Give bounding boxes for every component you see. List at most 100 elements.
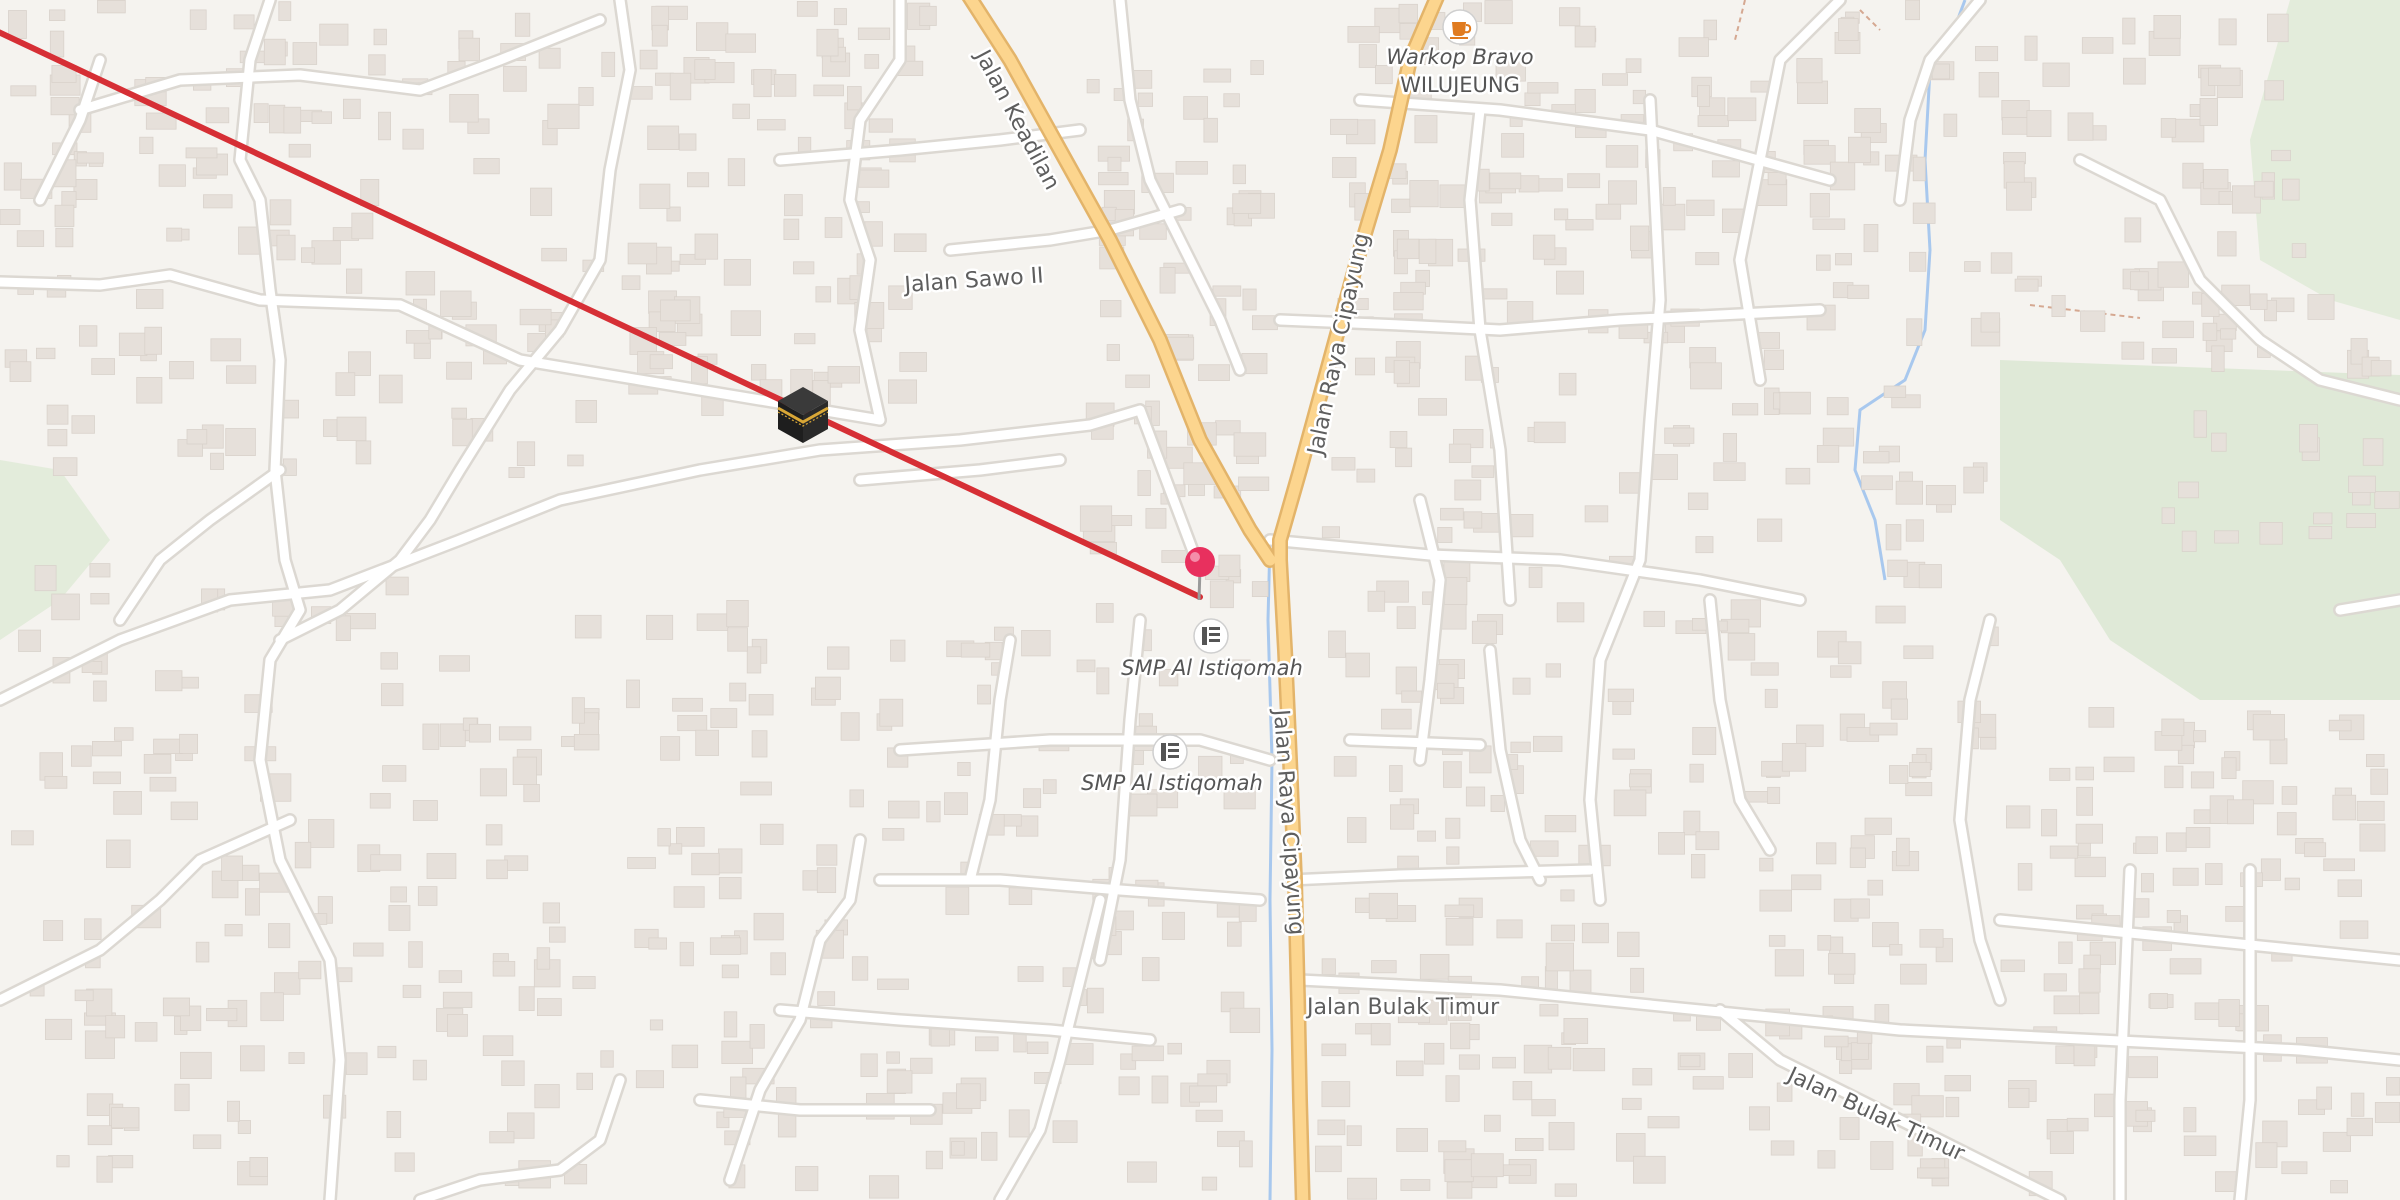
building: [2043, 973, 2067, 992]
building: [386, 1111, 402, 1139]
building: [2226, 799, 2254, 825]
building: [2140, 873, 2154, 893]
building: [2129, 271, 2149, 291]
building: [1774, 949, 1804, 977]
building: [1524, 92, 1541, 107]
building: [2199, 98, 2218, 126]
building: [1347, 817, 1367, 843]
building: [2308, 526, 2333, 540]
building: [1662, 187, 1676, 206]
building: [498, 726, 532, 741]
coffee-cup-icon: [1442, 9, 1478, 45]
building: [52, 457, 78, 477]
building: [1797, 80, 1829, 105]
building: [572, 976, 596, 989]
building: [449, 94, 479, 123]
building: [388, 905, 411, 931]
building: [1768, 935, 1786, 947]
building: [1444, 1159, 1474, 1182]
building: [153, 738, 183, 754]
poi-label-smp-al-istiqomah-1: SMP Al Istiqomah: [1121, 656, 1303, 680]
building: [2166, 910, 2181, 923]
building: [1229, 1007, 1261, 1034]
building: [2221, 757, 2237, 780]
building: [2339, 920, 2369, 939]
building: [1463, 511, 1483, 529]
building: [696, 22, 729, 51]
building: [1912, 202, 1936, 224]
building: [1764, 688, 1778, 708]
building: [2124, 217, 2142, 243]
school-icon: [1193, 618, 1229, 654]
building: [1749, 1106, 1771, 1131]
building: [1531, 1099, 1556, 1117]
building: [1167, 1042, 1183, 1055]
building: [1448, 443, 1472, 463]
building: [956, 1083, 981, 1110]
building: [621, 275, 641, 290]
building: [2161, 507, 2175, 524]
building: [1518, 175, 1540, 193]
building: [1418, 398, 1448, 416]
building: [2193, 730, 2207, 743]
building: [1356, 468, 1376, 483]
building: [1484, 0, 1513, 25]
building: [179, 733, 199, 754]
building: [2075, 766, 2094, 781]
building: [438, 970, 463, 983]
building: [92, 741, 122, 757]
building: [2220, 328, 2237, 340]
building: [345, 268, 363, 294]
building: [380, 652, 398, 670]
building: [2049, 767, 2071, 781]
building: [2165, 832, 2187, 852]
building: [1759, 889, 1793, 912]
building: [0, 209, 21, 226]
building: [1086, 79, 1100, 94]
building: [1145, 508, 1167, 529]
building: [1817, 1150, 1836, 1169]
building: [482, 1035, 514, 1057]
building: [888, 379, 918, 404]
building: [1548, 1122, 1575, 1151]
building: [753, 69, 772, 98]
building: [2074, 856, 2106, 878]
building: [827, 366, 861, 384]
building: [1847, 284, 1870, 299]
building: [2284, 877, 2300, 891]
building: [1692, 727, 1717, 756]
building: [169, 360, 194, 380]
building: [869, 1175, 900, 1199]
building: [1796, 58, 1823, 84]
building: [268, 104, 286, 134]
building: [1367, 590, 1386, 612]
building: [536, 947, 551, 970]
building: [2304, 842, 2327, 858]
building: [1727, 97, 1757, 122]
building: [370, 854, 402, 871]
building: [2307, 294, 2335, 320]
building: [1484, 1114, 1501, 1132]
building: [1443, 761, 1462, 788]
building: [458, 37, 481, 62]
building: [206, 1008, 238, 1022]
map-canvas[interactable]: Jalan Keadilan Jalan Sawo II Jalan Raya …: [0, 0, 2400, 1200]
building: [1572, 1048, 1606, 1072]
building: [1151, 1075, 1169, 1104]
building: [300, 247, 315, 263]
building: [1863, 223, 1879, 253]
building: [710, 708, 738, 728]
building: [260, 992, 284, 1022]
building: [919, 5, 937, 26]
building: [649, 1019, 664, 1031]
building: [288, 1052, 305, 1064]
building: [36, 347, 56, 360]
building: [203, 194, 233, 209]
building: [1727, 633, 1756, 661]
building: [1728, 1053, 1753, 1078]
building: [2249, 293, 2268, 310]
building: [729, 682, 747, 702]
building: [2008, 1088, 2030, 1108]
building: [1454, 479, 1482, 501]
building: [2051, 294, 2066, 317]
